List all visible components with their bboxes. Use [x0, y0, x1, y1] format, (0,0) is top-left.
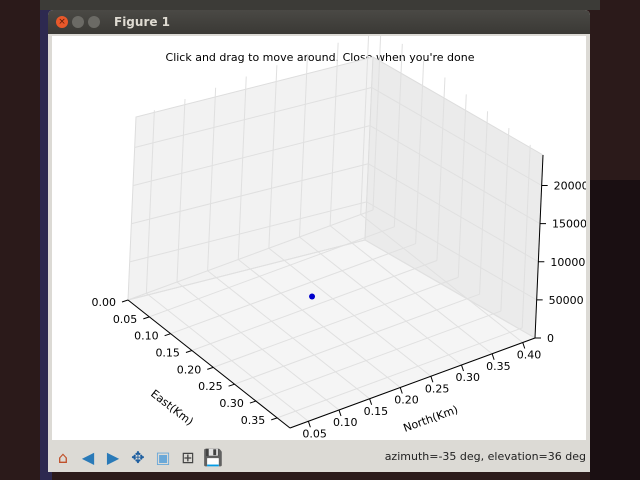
x-tick: [271, 417, 278, 421]
z-tick-label: 50000: [549, 294, 584, 307]
y-tick-label: 0.30: [456, 371, 481, 384]
navigation-toolbar: ⌂ ◀ ▶ ✥ ▣ ⊞ 💾 azimuth=-35 deg, elevation…: [48, 442, 594, 472]
forward-icon[interactable]: ▶: [102, 446, 124, 468]
data-point: [309, 293, 316, 300]
x-tick-label: 0.15: [155, 347, 180, 360]
x-tick-label: 0.05: [113, 313, 138, 326]
y-tick-label: 0.20: [394, 394, 419, 407]
x-tick: [228, 383, 235, 387]
z-tick-label: 150000: [552, 218, 586, 231]
figure-window: × Figure 1 Click and drag to move around…: [48, 10, 596, 472]
background-terminal: [590, 180, 640, 480]
window-title: Figure 1: [114, 15, 171, 29]
z-tick-label: 200000: [554, 180, 586, 193]
y-axis-label: North(Km): [402, 403, 460, 435]
back-icon[interactable]: ◀: [77, 446, 99, 468]
x-tick: [207, 366, 214, 370]
x-tick: [249, 400, 257, 404]
x-tick-label: 0.35: [241, 414, 266, 427]
y-tick-label: 0.05: [302, 427, 327, 440]
zoom-icon[interactable]: ▣: [152, 446, 174, 468]
subplots-icon[interactable]: ⊞: [177, 446, 199, 468]
z-tick-label: 0: [547, 332, 554, 345]
pan-icon[interactable]: ✥: [127, 446, 149, 468]
save-icon[interactable]: 💾: [202, 446, 224, 468]
close-button[interactable]: ×: [56, 16, 68, 28]
x-tick-label: 0.25: [198, 380, 223, 393]
3d-axes[interactable]: Click and drag to move around. Close whe…: [52, 26, 596, 440]
y-tick-label: 0.25: [425, 382, 450, 395]
y-tick-label: 0.40: [517, 349, 542, 362]
x-tick: [164, 333, 171, 337]
status-readout: azimuth=-35 deg, elevation=36 deg: [384, 450, 586, 463]
x-tick: [121, 299, 129, 303]
title-bar[interactable]: × Figure 1: [48, 10, 590, 34]
y-tick-label: 0.10: [333, 416, 358, 429]
y-tick-label: 0.35: [486, 360, 511, 373]
chart-title: Click and drag to move around. Close whe…: [166, 51, 475, 64]
x-tick-label: 0.10: [134, 330, 159, 343]
desktop-top-panel: [40, 0, 600, 10]
x-axis-label: East(Km): [148, 387, 196, 428]
plot-canvas[interactable]: Click and drag to move around. Close whe…: [52, 26, 596, 440]
x-tick-label: 0.30: [219, 397, 244, 410]
home-icon[interactable]: ⌂: [52, 446, 74, 468]
maximize-button[interactable]: [88, 16, 100, 28]
x-tick: [185, 350, 193, 354]
x-tick: [143, 316, 150, 320]
x-tick-label: 0.00: [92, 296, 117, 309]
y-tick-label: 0.15: [364, 405, 389, 418]
x-tick-label: 0.20: [177, 363, 202, 376]
minimize-button[interactable]: [72, 16, 84, 28]
z-tick-label: 100000: [550, 256, 586, 269]
